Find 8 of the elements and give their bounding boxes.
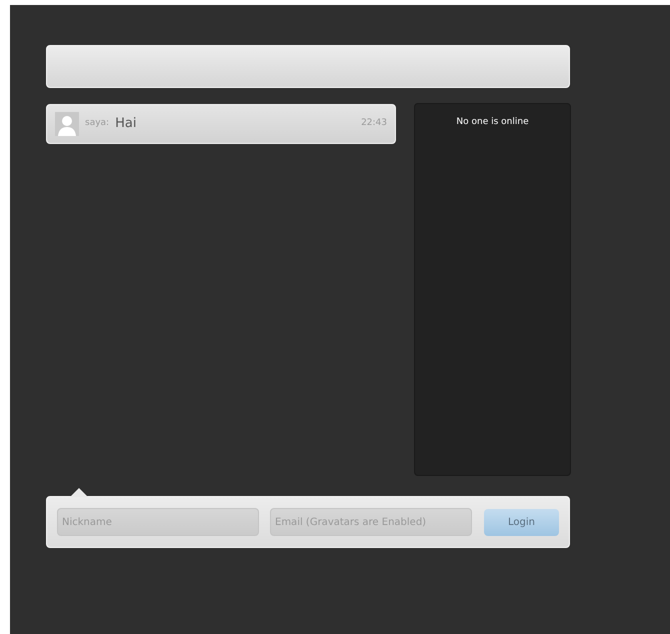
online-status: No one is online	[456, 116, 529, 129]
email-field[interactable]: Email (Gravatars are Enabled)	[270, 508, 472, 536]
avatar-icon	[55, 112, 79, 136]
nickname-field[interactable]: Nickname	[57, 508, 259, 536]
message-author: saya:	[85, 117, 110, 130]
message-time: 22:43	[361, 117, 387, 130]
login-button[interactable]: Login	[484, 508, 559, 536]
message-text: Hai	[115, 115, 136, 134]
